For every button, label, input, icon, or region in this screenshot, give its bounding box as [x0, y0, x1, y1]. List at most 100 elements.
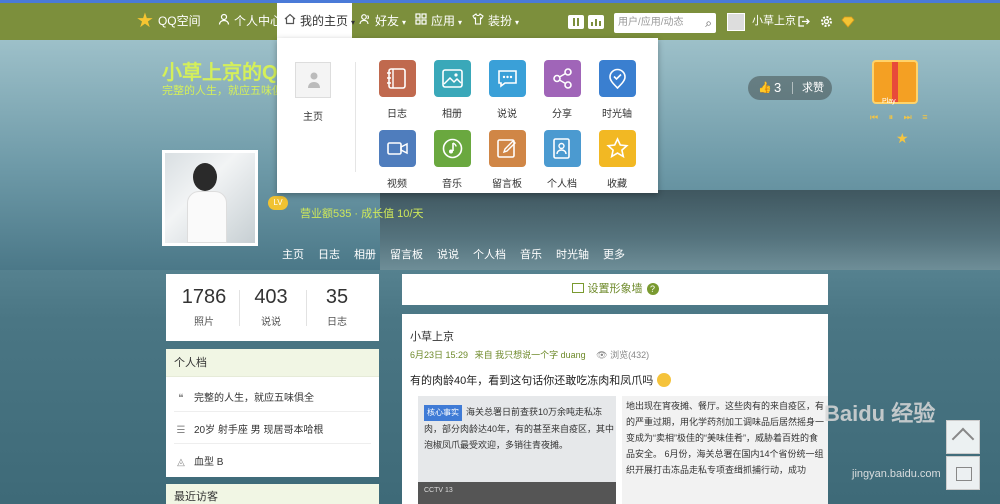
recent-visitors-title: 最近访客: [166, 484, 379, 504]
subnav-timeline[interactable]: 时光轴: [556, 249, 589, 261]
logout-icon[interactable]: [797, 3, 810, 40]
subnav-board[interactable]: 留言板: [390, 249, 423, 261]
space-subnav: 主页 日志 相册 留言板 说说 个人档 音乐 时光轴 更多: [282, 246, 639, 262]
chevron-down-icon: ▾: [402, 18, 407, 27]
gear-icon[interactable]: [820, 3, 833, 40]
vip-diamond-icon[interactable]: [841, 3, 855, 40]
feedback-button[interactable]: [946, 456, 980, 490]
like-widget[interactable]: 👍 3 求赞: [748, 76, 832, 100]
app-profile[interactable]: 个人档: [542, 130, 582, 190]
app-share[interactable]: 分享: [542, 60, 582, 120]
gift-ribbon: [892, 62, 898, 102]
set-image-wall-button[interactable]: 设置形象墙?: [402, 274, 828, 305]
profile-divider: [174, 443, 371, 444]
app-favorites[interactable]: 收藏: [597, 130, 637, 190]
profile-row-blood: ◬ 血型 B: [174, 453, 223, 468]
dropdown-home[interactable]: 主页: [295, 62, 331, 123]
avatar-figure-head: [193, 163, 217, 191]
profile-card: 个人档 ❝ 完整的人生，就应五味俱全 ☰ 20岁 射手座 男 现居哥本哈根 ◬ 血型 …: [166, 349, 379, 477]
like-count: 3: [774, 80, 782, 95]
home-tile: [295, 62, 331, 98]
top-navbar: ★ QQ空间 个人中心 我的主页 ▾ 好友 ▾ 应用 ▾ 装扮 ▾ 用户/应用/动态 ⌕ …: [0, 0, 1000, 40]
nav-apps[interactable]: 应用 ▾: [415, 3, 462, 40]
app-blog[interactable]: 日志: [377, 60, 417, 120]
news-right-text: 地出现在宵夜摊、餐厅。这些肉有的来自疫区，有的严重过期，用化学药剂加工调味品后居…: [626, 401, 825, 475]
my-home-dropdown: 主页 日志 相册 说说 分享 时光轴 视频 音乐 留言板 个人档 收藏: [277, 38, 658, 193]
subnav-more[interactable]: 更多: [603, 249, 625, 261]
app-video[interactable]: 视频: [377, 130, 417, 190]
app-board[interactable]: 留言板: [487, 130, 527, 190]
gift-box-icon[interactable]: Play: [872, 60, 918, 105]
person-icon: [308, 72, 320, 88]
music-player-controls[interactable]: ⏮ ⏸ ⏭ ≡: [870, 112, 931, 123]
app-music[interactable]: 音乐: [432, 130, 472, 190]
level-text: 营业额535 · 成长值 10/天: [300, 208, 424, 220]
dropdown-home-label: 主页: [303, 112, 323, 123]
chevron-up-icon: [951, 427, 975, 451]
pause-icon[interactable]: [568, 15, 584, 29]
baidu-watermark: Baidu 经验: [824, 401, 936, 426]
timeline-icon: [598, 60, 636, 97]
stat-photos[interactable]: 1786 照片: [169, 286, 239, 328]
video-icon: [378, 130, 416, 167]
nav-friends[interactable]: 好友 ▾: [359, 3, 406, 40]
post-date: 6月23日 15:29: [410, 350, 469, 360]
laugh-emoji-icon: [657, 373, 672, 387]
nav-username[interactable]: 小草上京: [752, 3, 796, 40]
post-text: 有的肉龄40年，看到这句话你还敢吃冻肉和凤爪吗: [410, 372, 672, 388]
subnav-profile[interactable]: 个人档: [473, 249, 506, 261]
bars-icon[interactable]: [588, 15, 604, 29]
qzone-logo[interactable]: ★ QQ空间: [136, 3, 201, 40]
profile-icon: [543, 130, 581, 167]
star-logo-icon: ★: [136, 10, 154, 33]
user-avatar-small[interactable]: [727, 13, 745, 31]
nav-my-home[interactable]: 我的主页 ▾: [277, 3, 356, 40]
news-image-right[interactable]: 地出现在宵夜摊、餐厅。这些肉有的来自疫区，有的严重过期，用化学药剂加工调味品后居…: [622, 396, 828, 504]
nav-user-center[interactable]: 个人中心: [218, 3, 282, 40]
subnav-shuoshuo[interactable]: 说说: [437, 249, 459, 261]
chat-icon: [488, 60, 526, 97]
chevron-down-icon: ▾: [515, 18, 520, 27]
level-badge-icon[interactable]: LV: [268, 196, 288, 210]
news-video-strip[interactable]: CCTV 13: [418, 482, 616, 504]
back-to-top-button[interactable]: [946, 420, 980, 454]
like-divider: [792, 82, 793, 94]
chevron-down-icon: ▾: [458, 18, 463, 27]
board-icon: [488, 130, 526, 167]
subnav-music[interactable]: 音乐: [520, 249, 542, 261]
feed-post: 小草上京 6月23日 15:29 来自 我只想说一个字 duang 👁 浏览(4…: [402, 314, 828, 504]
search-icon[interactable]: ⌕: [705, 13, 712, 33]
post-meta: 6月23日 15:29 来自 我只想说一个字 duang 👁 浏览(432): [410, 348, 649, 361]
music-icon: [433, 130, 471, 167]
profile-divider: [174, 411, 371, 412]
gift-label: Play: [882, 98, 896, 105]
app-shuoshuo[interactable]: 说说: [487, 60, 527, 120]
help-icon[interactable]: ?: [646, 283, 659, 295]
app-timeline[interactable]: 时光轴: [597, 60, 637, 120]
grid-icon: [415, 3, 427, 40]
beg-like-button[interactable]: 求赞: [802, 76, 824, 100]
subnav-album[interactable]: 相册: [354, 249, 376, 261]
post-views: 浏览(432): [610, 350, 650, 360]
nav-dress[interactable]: 装扮 ▾: [472, 3, 519, 40]
eye-icon: 👁: [596, 350, 608, 360]
space-title[interactable]: 小草上京的Q: [162, 56, 278, 85]
stat-shuoshuo[interactable]: 403 说说: [236, 286, 306, 328]
thumb-up-icon[interactable]: 👍: [758, 76, 772, 100]
search-input[interactable]: 用户/应用/动态 ⌕: [614, 13, 716, 33]
blood-icon: ◬: [177, 457, 185, 468]
photo-icon: [433, 60, 471, 97]
share-icon: [543, 60, 581, 97]
profile-row-info: ☰ 20岁 射手座 男 现居哥本哈根: [174, 421, 324, 436]
subnav-home[interactable]: 主页: [282, 249, 304, 261]
profile-card-title: 个人档: [166, 349, 379, 377]
post-source[interactable]: 来自 我只想说一个字 duang: [475, 350, 586, 360]
news-image-left[interactable]: 核心事实 海关总署日前查获10万余吨走私冻肉，部分肉龄达40年，有的甚至来自疫区，…: [418, 396, 616, 504]
quote-icon: ❝: [178, 393, 184, 404]
subnav-blog[interactable]: 日志: [318, 249, 340, 261]
chevron-down-icon: ▾: [351, 18, 356, 27]
app-album[interactable]: 相册: [432, 60, 472, 120]
profile-avatar[interactable]: [162, 150, 258, 246]
post-author[interactable]: 小草上京: [410, 328, 454, 344]
stat-blogs[interactable]: 35 日志: [302, 286, 372, 328]
